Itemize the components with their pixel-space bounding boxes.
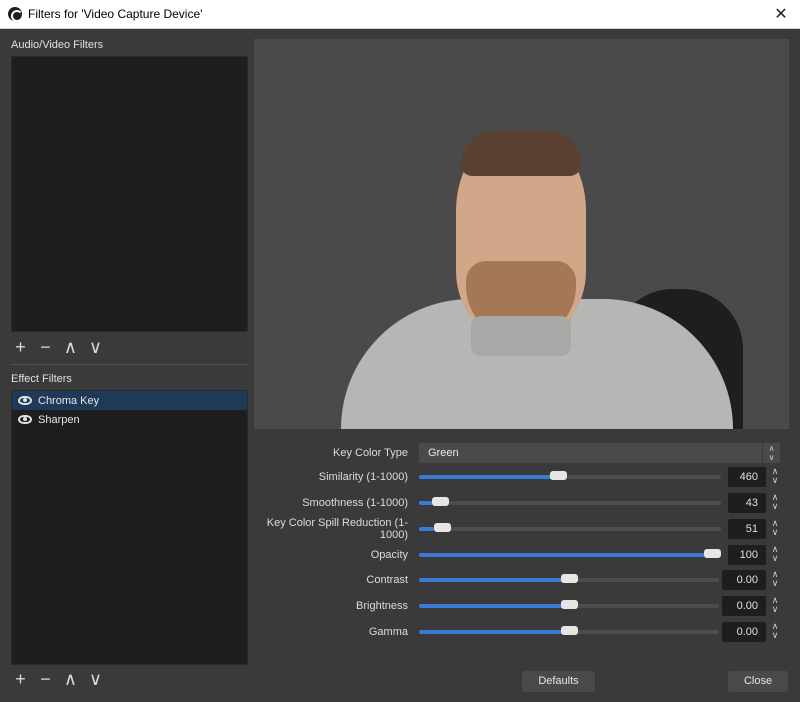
slider-fill [419,578,569,582]
slider-fill [419,475,558,479]
remove-filter-icon[interactable]: − [37,338,54,356]
slider-thumb[interactable] [431,497,449,506]
effect-filters-label: Effect Filters [11,373,72,385]
smoothness-label: Smoothness (1-1000) [302,497,408,509]
filters-window: Audio/Video Filters + − ∧ ∨ Effect Filte… [0,29,800,702]
similarity-row: Similarity (1-1000) 460 ∧ ∨ [254,467,790,487]
opacity-spinbox[interactable]: 100 [728,545,766,565]
spin-arrows-icon[interactable]: ∧ ∨ [769,570,781,590]
add-filter-icon[interactable]: + [12,338,29,356]
slider-fill [419,604,569,608]
effect-toolbar: + − ∧ ∨ [12,670,104,688]
add-filter-icon[interactable]: + [12,670,29,688]
spill-reduction-row: Key Color Spill Reduction (1-1000) 51 ∧ ∨ [254,517,790,541]
contrast-spinbox[interactable]: 0.00 [722,570,766,590]
smoothness-row: Smoothness (1-1000) 43 ∧ ∨ [254,493,790,513]
brightness-spinbox[interactable]: 0.00 [722,596,766,616]
brightness-row: Brightness 0.00 ∧ ∨ [254,596,790,616]
gamma-row: Gamma 0.00 ∧ ∨ [254,622,790,642]
window-title: Filters for 'Video Capture Device' [28,7,203,21]
spin-arrows-icon[interactable]: ∧ ∨ [769,622,781,642]
opacity-slider[interactable] [419,549,721,558]
spin-arrows-icon[interactable]: ∧ ∨ [769,545,781,565]
spill-reduction-spinbox[interactable]: 51 [728,519,766,539]
slider-thumb[interactable] [434,523,452,532]
audio-video-toolbar: + − ∧ ∨ [12,338,104,356]
video-preview-subject [341,131,743,429]
contrast-row: Contrast 0.00 ∧ ∨ [254,570,790,590]
spin-arrows-icon[interactable]: ∧ ∨ [769,519,781,539]
defaults-button[interactable]: Defaults [522,671,595,692]
key-color-type-label: Key Color Type [332,447,408,459]
spin-arrows-icon[interactable]: ∧ ∨ [769,493,781,513]
spin-arrows-icon[interactable]: ∧ ∨ [769,596,781,616]
effect-filters-list[interactable]: Chroma Key Sharpen [11,390,248,665]
key-color-type-select[interactable]: Green ∧ ∨ [419,443,780,463]
spill-reduction-slider[interactable] [419,523,721,532]
move-down-icon[interactable]: ∨ [87,338,104,356]
slider-fill [419,527,435,531]
splitter[interactable] [11,364,248,365]
gamma-slider[interactable] [419,626,719,635]
opacity-row: Opacity 100 ∧ ∨ [254,545,790,565]
preview-canvas [254,39,789,429]
close-window-icon[interactable]: ✕ [772,4,790,24]
audio-video-filters-label: Audio/Video Filters [11,39,104,51]
smoothness-spinbox[interactable]: 43 [728,493,766,513]
spin-arrows-icon[interactable]: ∧ ∨ [769,467,781,487]
slider-thumb[interactable] [549,471,567,480]
brightness-slider[interactable] [419,600,719,609]
filter-item-label: Chroma Key [38,394,100,407]
slider-thumb[interactable] [561,574,578,583]
move-down-icon[interactable]: ∨ [87,670,104,688]
contrast-slider[interactable] [419,574,719,583]
filter-item-sharpen[interactable]: Sharpen [12,410,247,429]
spill-reduction-label: Key Color Spill Reduction (1-1000) [266,517,408,541]
key-color-type-row: Key Color Type Green ∧ ∨ [254,443,790,463]
similarity-spinbox[interactable]: 460 [728,467,766,487]
slider-thumb[interactable] [561,600,578,609]
gamma-label: Gamma [368,626,408,638]
obs-logo-icon [8,7,23,22]
eye-icon[interactable] [18,396,32,405]
move-up-icon[interactable]: ∧ [62,338,79,356]
gamma-spinbox[interactable]: 0.00 [722,622,766,642]
brightness-label: Brightness [356,600,408,612]
slider-fill [419,501,432,505]
slider-thumb[interactable] [561,626,578,635]
filter-item-chroma-key[interactable]: Chroma Key [12,391,247,410]
similarity-slider[interactable] [419,471,721,480]
audio-video-filters-list[interactable] [11,56,248,332]
slider-fill [419,553,721,557]
move-up-icon[interactable]: ∧ [62,670,79,688]
close-button[interactable]: Close [728,671,788,692]
slider-fill [419,630,569,634]
similarity-label: Similarity (1-1000) [318,471,408,483]
eye-icon[interactable] [18,415,32,424]
filter-item-label: Sharpen [38,413,80,426]
title-bar: Filters for 'Video Capture Device' ✕ [0,0,800,29]
remove-filter-icon[interactable]: − [37,670,54,688]
combo-arrows-icon: ∧ ∨ [762,443,780,463]
slider-thumb[interactable] [704,549,721,558]
opacity-label: Opacity [370,549,408,561]
contrast-label: Contrast [366,574,408,586]
key-color-type-value: Green [428,447,459,459]
smoothness-slider[interactable] [419,497,721,506]
